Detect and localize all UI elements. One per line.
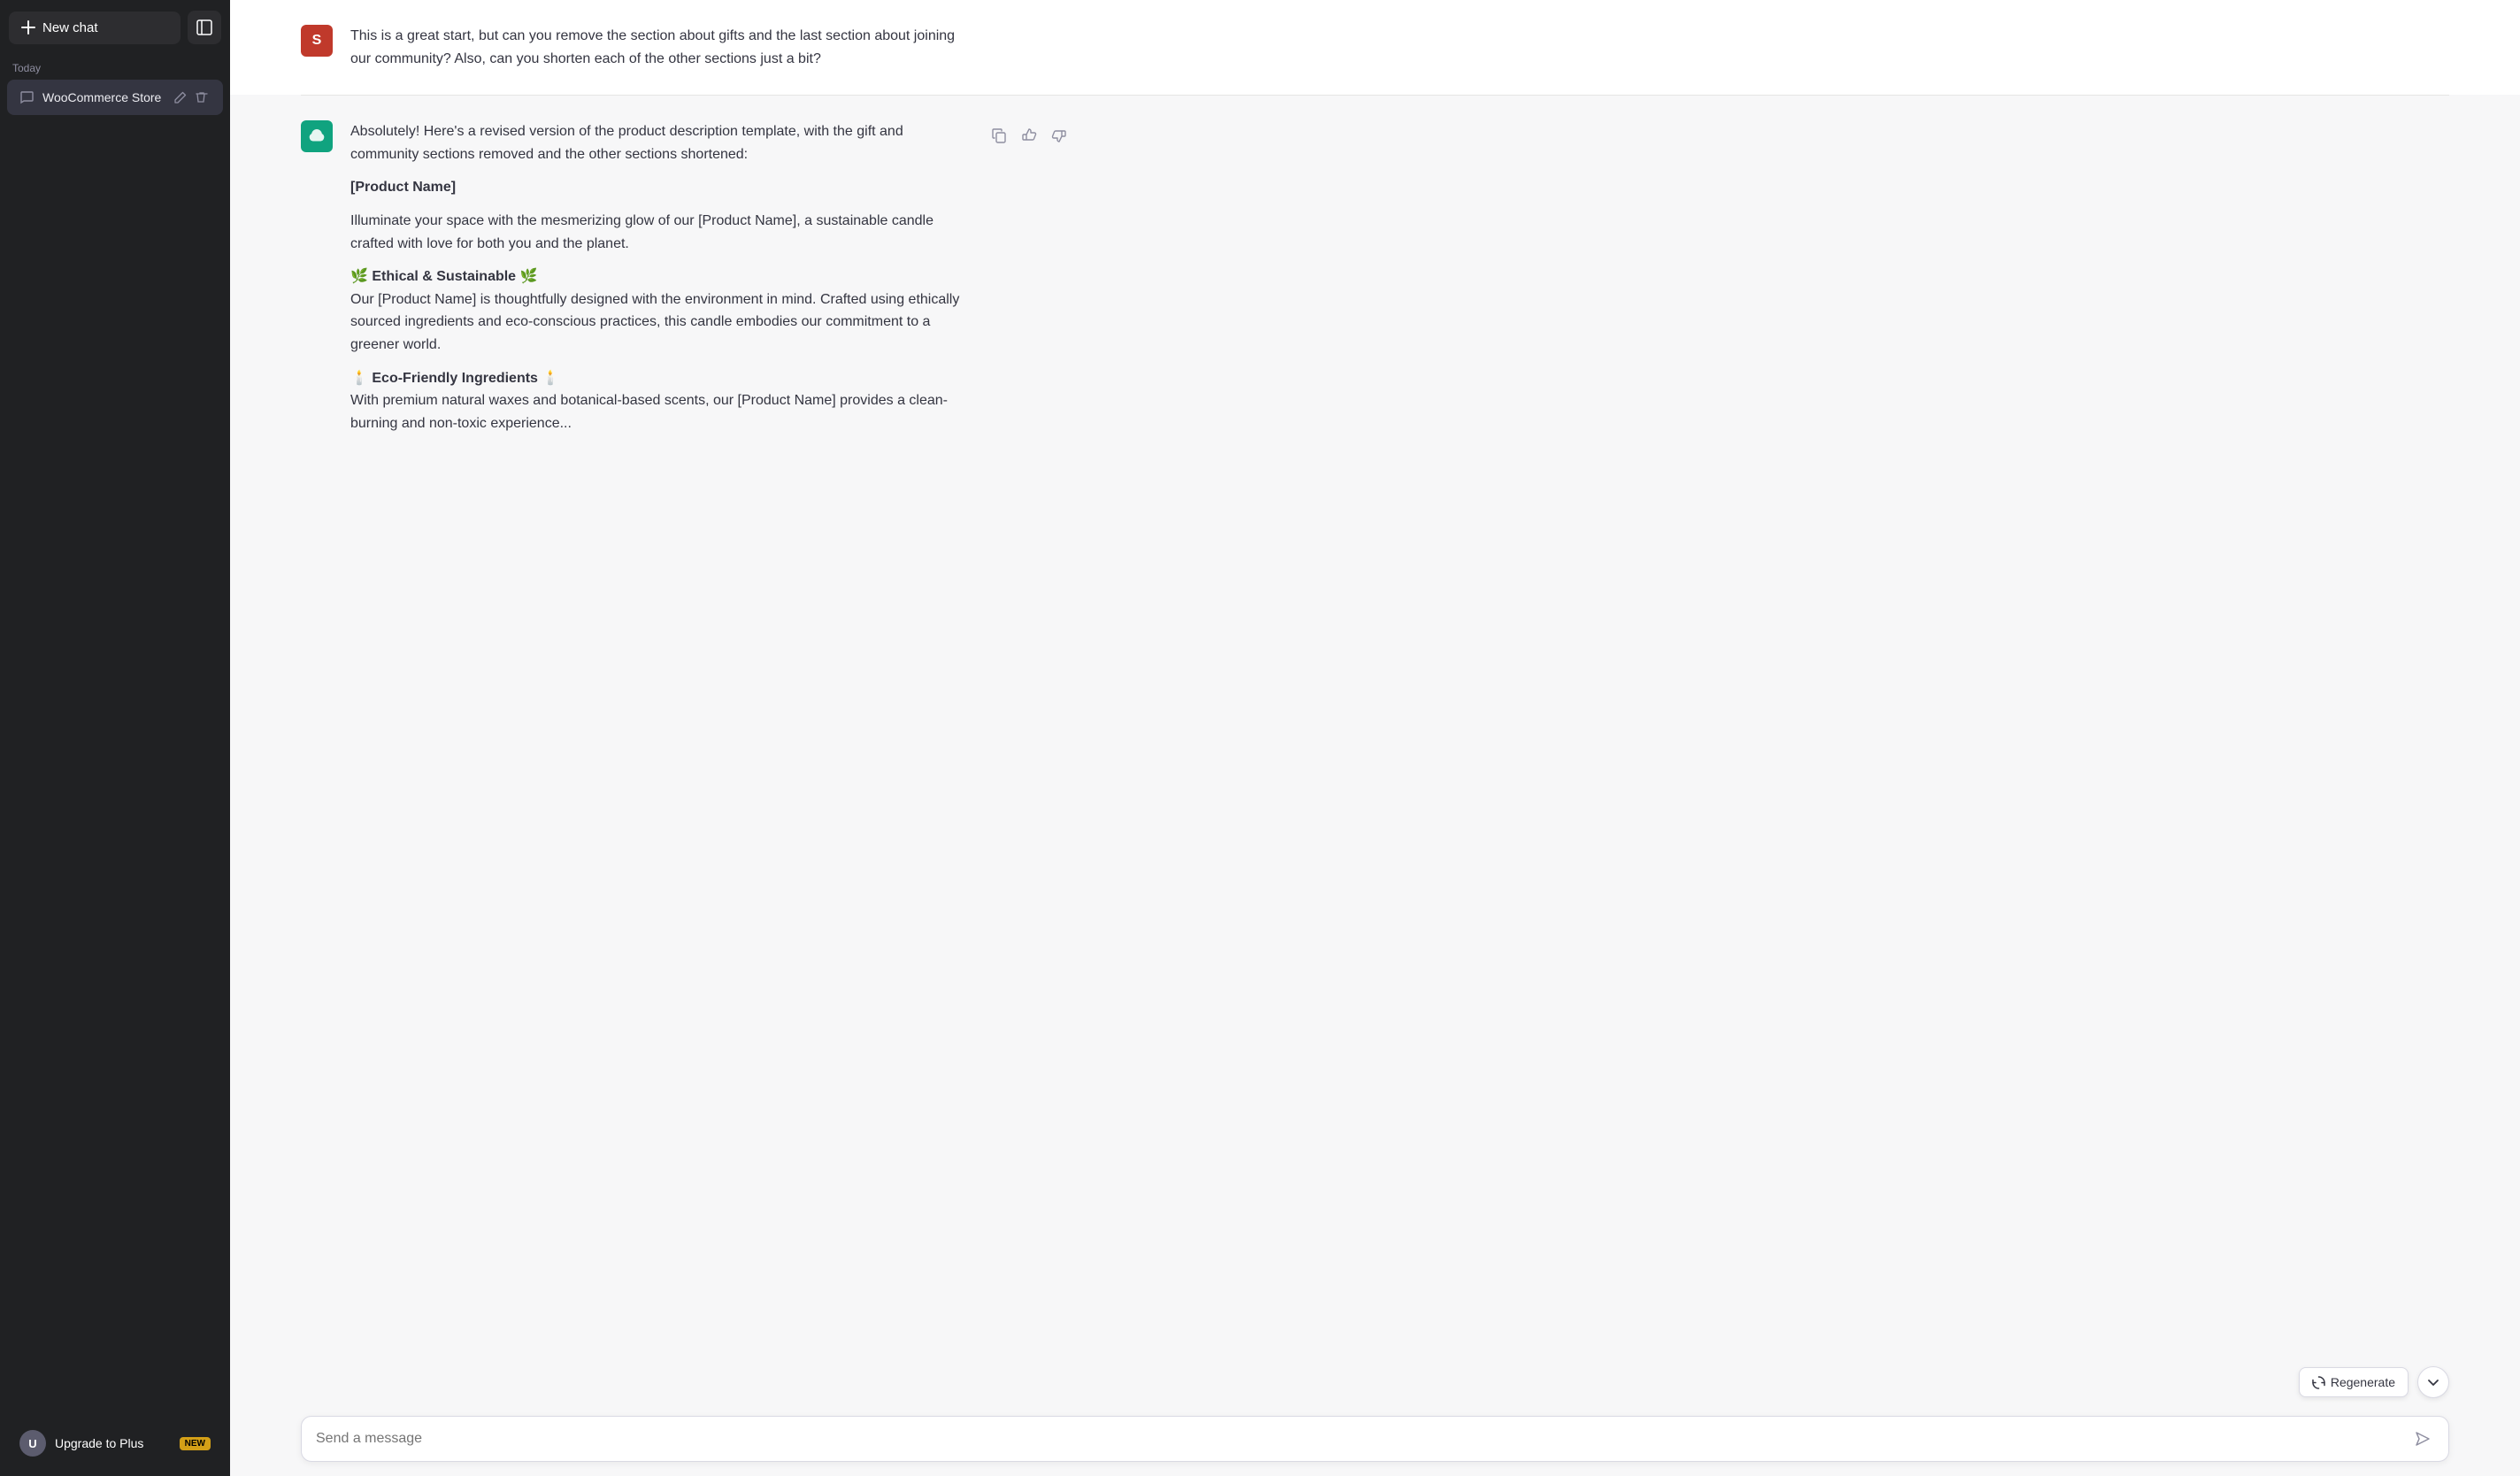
edit-icon [174, 91, 187, 104]
chatgpt-logo-icon [308, 127, 326, 145]
send-icon [2415, 1431, 2431, 1447]
send-button[interactable] [2411, 1427, 2434, 1450]
section1-body: Our [Product Name] is thoughtfully desig… [350, 292, 959, 352]
chat-messages: S This is a great start, but can you rem… [230, 0, 2520, 1476]
chat-item-label: WooCommerce Store [42, 90, 163, 104]
chat-item-actions [172, 88, 211, 106]
layout-icon [196, 19, 212, 35]
delete-chat-button[interactable] [193, 88, 211, 106]
sidebar-top: New chat [0, 0, 230, 55]
edit-chat-button[interactable] [172, 88, 189, 106]
sidebar-bottom: U Upgrade to Plus NEW [0, 1411, 230, 1476]
section2-title: 🕯️ Eco-Friendly Ingredients 🕯️ [350, 371, 559, 386]
avatar: U [19, 1430, 46, 1457]
message-input[interactable] [316, 1431, 2411, 1447]
new-badge: NEW [180, 1437, 211, 1450]
upgrade-button[interactable]: U Upgrade to Plus NEW [7, 1421, 223, 1465]
sidebar: New chat Today WooCommerce Store [0, 0, 230, 1476]
user-message-text: This is a great start, but can you remov… [350, 25, 970, 70]
thumbs-down-button[interactable] [1048, 124, 1071, 147]
chat-item-woocommerce[interactable]: WooCommerce Store [7, 80, 223, 115]
input-area [230, 1402, 2520, 1476]
main-chat-area: S This is a great start, but can you rem… [230, 0, 2520, 1476]
chevron-down-icon [2426, 1375, 2440, 1389]
assistant-intro: Absolutely! Here's a revised version of … [350, 120, 970, 165]
user-message-block: S This is a great start, but can you rem… [230, 0, 2520, 95]
user-avatar-letter: S [312, 33, 322, 49]
today-label: Today [0, 55, 230, 78]
regenerate-button[interactable]: Regenerate [2299, 1367, 2409, 1397]
section1-title: 🌿 Ethical & Sustainable 🌿 [350, 269, 537, 284]
tagline: Illuminate your space with the mesmerizi… [350, 210, 970, 255]
new-chat-button[interactable]: New chat [9, 12, 181, 44]
user-avatar: S [301, 25, 333, 57]
regenerate-label: Regenerate [2331, 1375, 2395, 1389]
message-actions [987, 120, 1071, 434]
input-box [301, 1416, 2449, 1462]
assistant-message-content: Absolutely! Here's a revised version of … [350, 120, 970, 434]
upgrade-label: Upgrade to Plus [55, 1436, 143, 1450]
user-message-content: This is a great start, but can you remov… [350, 25, 970, 70]
assistant-message-block: Absolutely! Here's a revised version of … [230, 96, 2520, 459]
section2-body: With premium natural waxes and botanical… [350, 393, 948, 431]
scroll-down-button[interactable] [2417, 1366, 2449, 1398]
assistant-avatar [301, 120, 333, 152]
floating-controls: Regenerate [2299, 1366, 2449, 1398]
plus-icon [21, 20, 35, 35]
product-name: [Product Name] [350, 180, 456, 195]
chat-icon [19, 90, 34, 104]
thumbs-up-icon [1021, 127, 1037, 143]
copy-icon [991, 127, 1007, 143]
thumbs-up-button[interactable] [1018, 124, 1041, 147]
regenerate-icon [2312, 1376, 2325, 1389]
trash-icon [196, 91, 208, 104]
new-chat-label: New chat [42, 20, 98, 35]
layout-button[interactable] [188, 11, 221, 44]
copy-button[interactable] [987, 124, 1010, 147]
thumbs-down-icon [1051, 127, 1067, 143]
